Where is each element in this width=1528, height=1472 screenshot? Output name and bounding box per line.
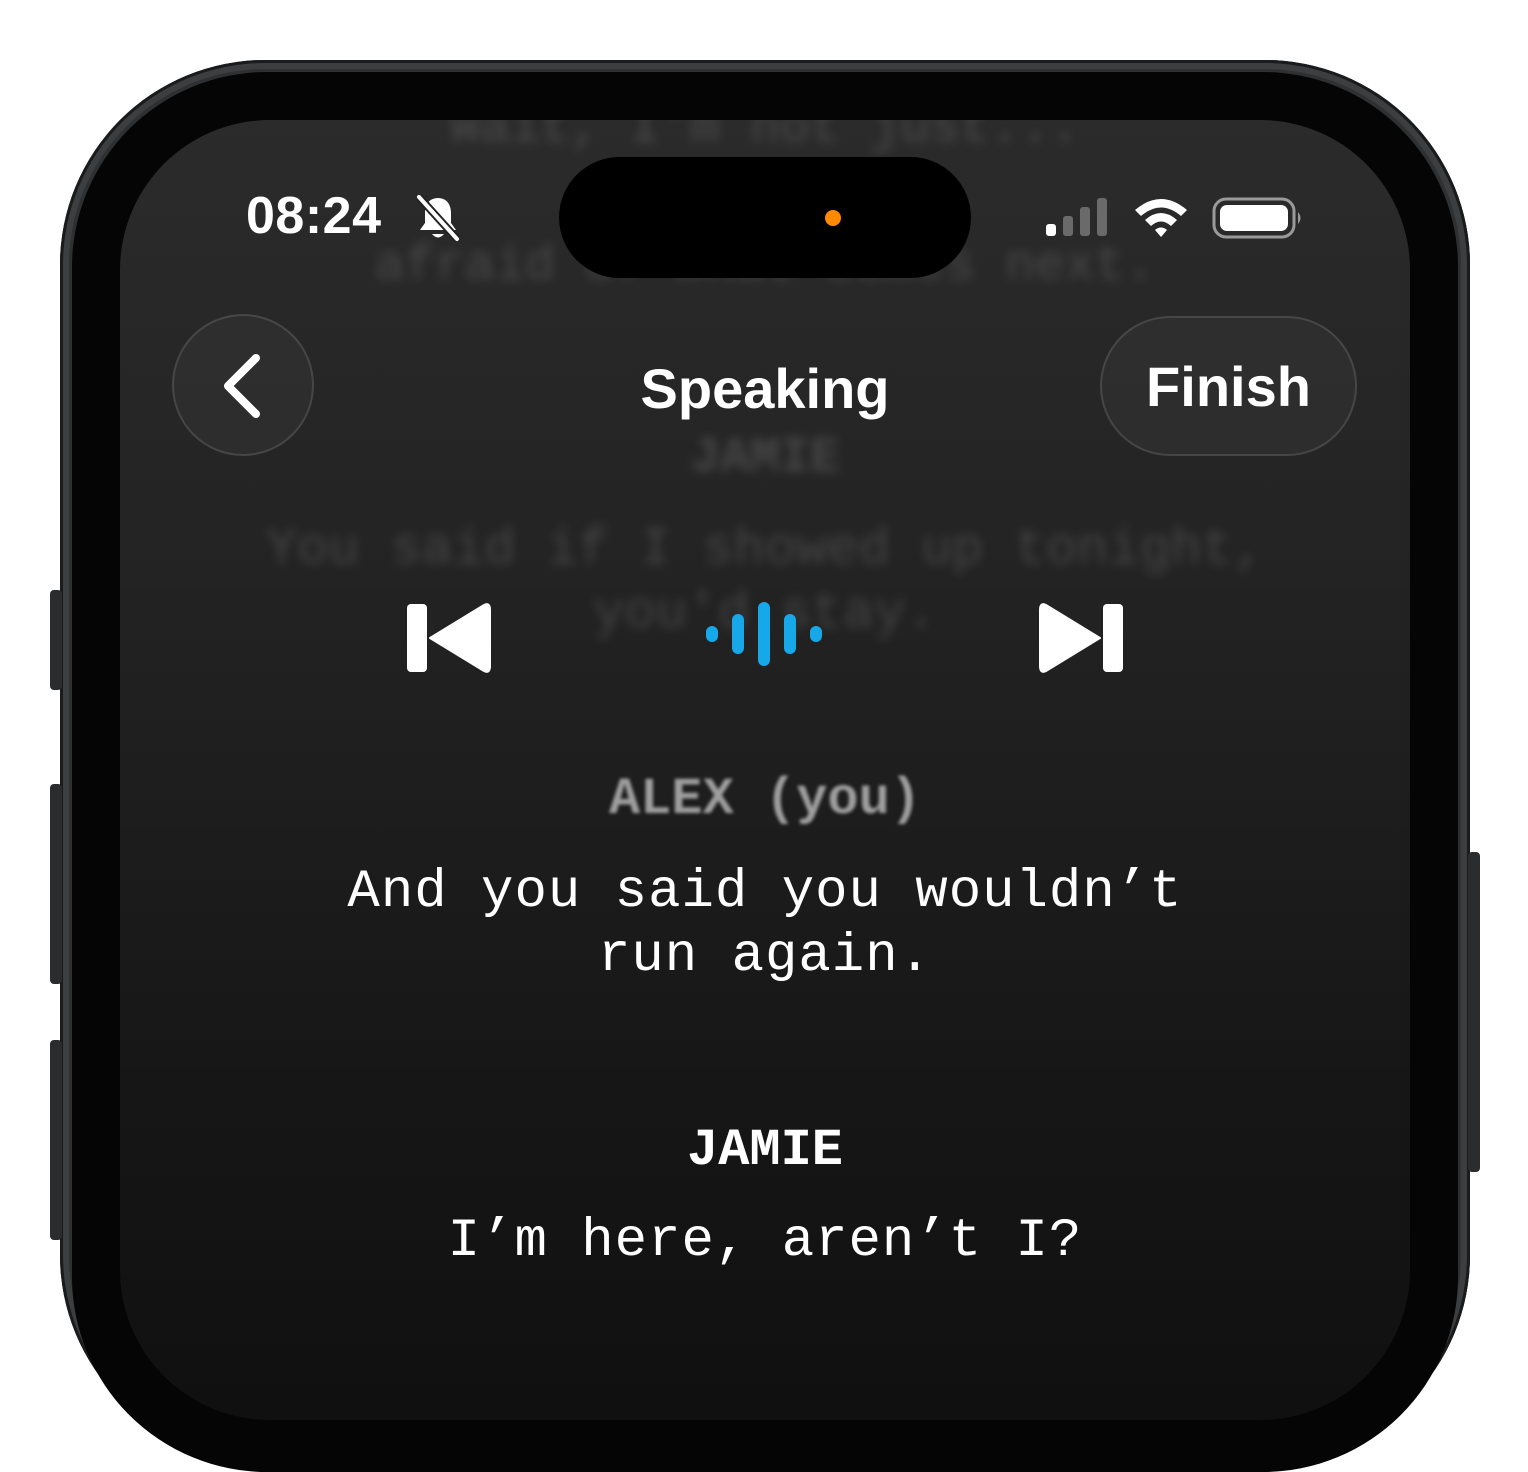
background-line: Wait, I'm not just... [449, 120, 1081, 157]
volume-up-button [50, 784, 62, 984]
wifi-icon [1135, 199, 1187, 237]
back-button[interactable] [172, 314, 314, 456]
volume-down-button [50, 1040, 62, 1240]
background-line: You said if I showed up tonight, [265, 520, 1265, 579]
page-title: Speaking [640, 357, 890, 420]
skip-back-icon[interactable] [406, 602, 494, 674]
screen: Wait, I'm not just... afraid of what com… [120, 120, 1410, 1420]
next-speaker-label: JAMIE [686, 1121, 844, 1180]
skip-forward-icon[interactable] [1036, 602, 1124, 674]
next-line: I’m here, aren’t I? [447, 1211, 1083, 1272]
bell-slash-icon [416, 194, 460, 242]
current-line: And you said you wouldn’t [347, 862, 1183, 923]
current-line: run again. [597, 926, 933, 987]
cellular-signal-icon [1046, 198, 1107, 236]
finish-button[interactable]: Finish [1100, 316, 1357, 456]
chevron-left-icon [224, 354, 260, 418]
waveform-icon[interactable] [702, 598, 828, 670]
dynamic-island [559, 157, 971, 278]
current-speaker-label: ALEX (you) [608, 770, 922, 829]
privacy-indicator-dot [825, 210, 841, 226]
action-button [50, 590, 62, 690]
power-button [1468, 852, 1480, 1172]
battery-icon [1212, 197, 1301, 239]
status-time: 08:24 [246, 187, 382, 245]
